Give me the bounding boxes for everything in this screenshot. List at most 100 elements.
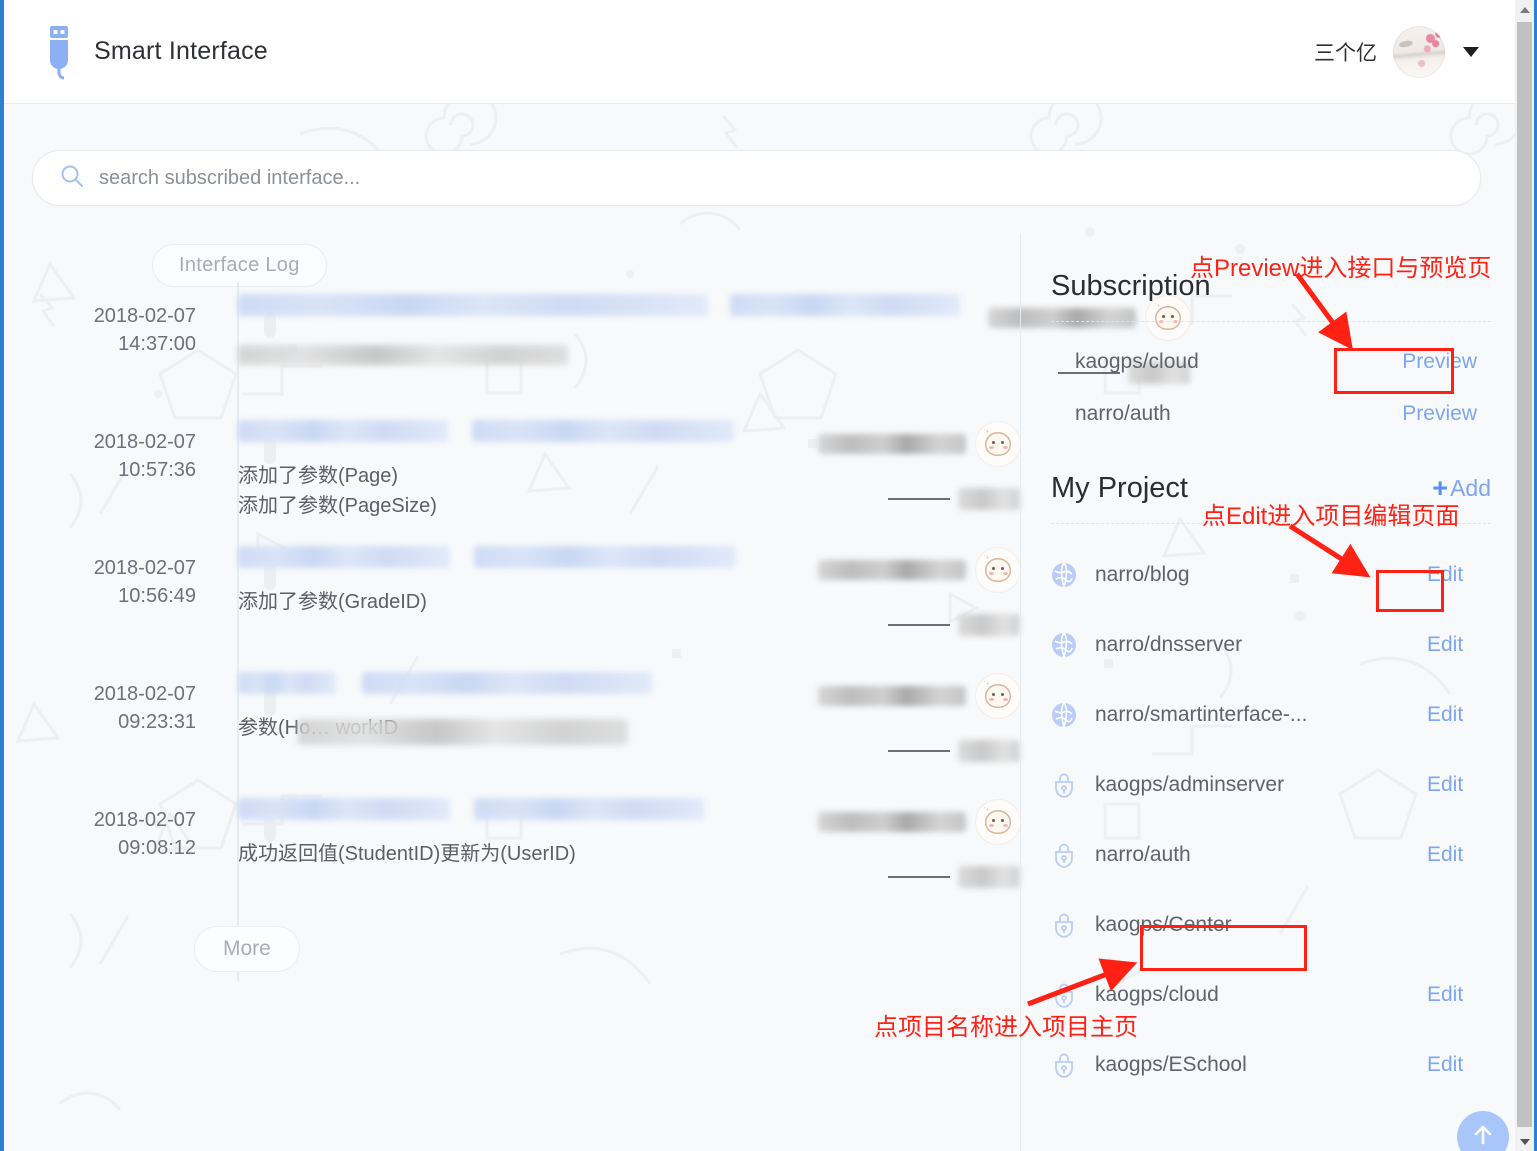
timeline-entry-user: ˙⁺ [790, 668, 1020, 762]
user-name: 三个亿 [1314, 37, 1377, 67]
more-row: More [32, 920, 1020, 1010]
timeline-date: 2018-02-07 [94, 557, 196, 579]
timeline-timestamp: 2018-02-0710:57:36 [32, 416, 204, 484]
avatar[interactable] [1393, 26, 1445, 78]
preview-link[interactable]: Preview [1402, 350, 1491, 374]
timeline-user-row: ˙⁺ [790, 548, 1020, 592]
project-name[interactable]: kaogps/Center [1095, 913, 1409, 937]
project-name[interactable]: narro/auth [1095, 843, 1409, 867]
project-name[interactable]: kaogps/cloud [1095, 983, 1409, 1007]
timeline-entry-desc: 成功返回值(StudentID)更新为(UserID) [238, 839, 790, 869]
page-title: Smart Interface [94, 37, 268, 66]
dash-divider [888, 498, 950, 500]
my-project-title: My Project [1051, 472, 1188, 505]
timeline-entry-body: 添加了参数(Page) 添加了参数(PageSize) [204, 416, 790, 521]
project-name[interactable]: narro/smartinterface-... [1095, 703, 1409, 727]
edit-link[interactable]: Edit [1427, 983, 1491, 1007]
edit-link[interactable]: Edit [1427, 843, 1491, 867]
timeline-entry-title-redacted [238, 672, 790, 713]
main-content: Interface Log 2018-02-0714:37:00 [0, 206, 1537, 1151]
usb-plug-icon [42, 24, 76, 80]
subscription-item[interactable]: narro/auth Preview [1051, 388, 1491, 440]
search-icon [59, 163, 85, 194]
project-list: narro/blog Edit narro/dnsserver Edit [1051, 524, 1491, 1100]
chevron-down-icon[interactable] [1463, 47, 1479, 57]
timeline-entry-user: ˙⁺ [790, 416, 1020, 510]
project-row[interactable]: kaogps/ESchool Edit [1051, 1030, 1491, 1100]
plus-icon: + [1432, 475, 1448, 502]
load-more-button[interactable]: More [194, 926, 300, 972]
timeline-subinfo-redacted [958, 866, 1020, 888]
user-menu[interactable]: 三个亿 [1314, 26, 1501, 78]
timeline-desc-redacted [298, 719, 628, 745]
edit-link[interactable]: Edit [1427, 633, 1491, 657]
my-project-header: My Project + Add [1051, 440, 1491, 505]
edit-link[interactable]: Edit [1427, 1053, 1491, 1077]
timeline-entry: 2018-02-0710:57:36 添加了参数(Page) 添加了参数(Pag… [32, 416, 1020, 542]
globe-icon [1051, 562, 1077, 588]
add-project-button[interactable]: + Add [1432, 475, 1491, 502]
lock-icon [1051, 982, 1077, 1008]
dash-divider [888, 750, 950, 752]
timeline-entry: 2018-02-0709:23:31 参数(Ho… workID [32, 668, 1020, 794]
timeline-entry-desc: 添加了参数(Page) 添加了参数(PageSize) [238, 461, 790, 521]
timeline-subinfo-redacted [958, 614, 1020, 636]
scrollbar-down-arrow[interactable] [1515, 1132, 1534, 1151]
project-row[interactable]: kaogps/cloud Edit [1051, 960, 1491, 1030]
lock-icon [1051, 912, 1077, 938]
search-row [0, 104, 1537, 206]
subscription-title: Subscription [1051, 270, 1211, 303]
project-name[interactable]: kaogps/adminserver [1095, 773, 1409, 797]
timeline-entry-title-redacted [238, 546, 790, 587]
edit-link[interactable]: Edit [1427, 563, 1491, 587]
scrollbar-thumb[interactable] [1517, 22, 1532, 1127]
timeline-time: 10:57:36 [118, 459, 196, 481]
arrow-up-icon [1470, 1122, 1496, 1151]
search-input[interactable] [99, 167, 1454, 190]
project-row[interactable]: kaogps/Center [1051, 890, 1491, 960]
project-row[interactable]: narro/smartinterface-... Edit [1051, 680, 1491, 750]
lock-icon [1051, 842, 1077, 868]
timeline-subinfo-row [790, 866, 1020, 888]
user-avatar-icon: ˙⁺ [976, 674, 1020, 718]
dash-divider [888, 876, 950, 878]
timeline-entry-body: 添加了参数(GradeID) [204, 542, 790, 617]
timeline-username-redacted [818, 434, 966, 454]
lock-icon [1051, 772, 1077, 798]
timeline-timestamp: 2018-02-07 09:08:12 [32, 794, 204, 862]
project-name[interactable]: kaogps/ESchool [1095, 1053, 1409, 1077]
user-avatar-icon: ˙⁺ [976, 548, 1020, 592]
timeline-entry-user: ˙⁺ [790, 542, 1020, 636]
subscription-item-name[interactable]: narro/auth [1051, 402, 1171, 426]
timeline-subinfo-row [790, 740, 1020, 762]
subscription-item[interactable]: kaogps/cloud Preview [1051, 336, 1491, 388]
project-row[interactable]: narro/blog Edit [1051, 540, 1491, 610]
scrollbar-up-arrow[interactable] [1515, 0, 1534, 19]
preview-link[interactable]: Preview [1402, 402, 1491, 426]
timeline-entry: 2018-02-0714:37:00 ˙⁺ [32, 290, 1020, 416]
project-row[interactable]: kaogps/adminserver Edit [1051, 750, 1491, 820]
timeline-desc-redacted [238, 345, 568, 365]
search-box[interactable] [32, 150, 1481, 206]
timeline-entry-user: ˙⁺ [790, 794, 1020, 888]
timeline-timestamp: 2018-02-0709:23:31 [32, 668, 204, 736]
edit-link[interactable]: Edit [1427, 773, 1491, 797]
project-row[interactable]: narro/auth Edit [1051, 820, 1491, 890]
timeline-time: 14:37:00 [118, 333, 196, 355]
user-avatar-icon: ˙⁺ [976, 800, 1020, 844]
timeline-time: 09:08:12 [118, 837, 196, 859]
subscription-list: kaogps/cloud Preview narro/auth Preview [1051, 322, 1491, 440]
project-name[interactable]: narro/blog [1095, 563, 1409, 587]
app-header: Smart Interface 三个亿 [0, 0, 1537, 104]
timeline-subinfo-redacted [958, 488, 1020, 510]
page-scrollbar[interactable] [1515, 0, 1534, 1151]
lock-icon [1051, 1052, 1077, 1078]
edit-link[interactable]: Edit [1427, 703, 1491, 727]
timeline-date: 2018-02-07 [94, 809, 196, 831]
project-name[interactable]: narro/dnsserver [1095, 633, 1409, 657]
timeline-entry-body: 参数(Ho… workID [204, 668, 790, 743]
subscription-item-name[interactable]: kaogps/cloud [1051, 350, 1199, 374]
timeline-entry-body: 成功返回值(StudentID)更新为(UserID) [204, 794, 790, 869]
brand: Smart Interface [42, 24, 268, 80]
project-row[interactable]: narro/dnsserver Edit [1051, 610, 1491, 680]
